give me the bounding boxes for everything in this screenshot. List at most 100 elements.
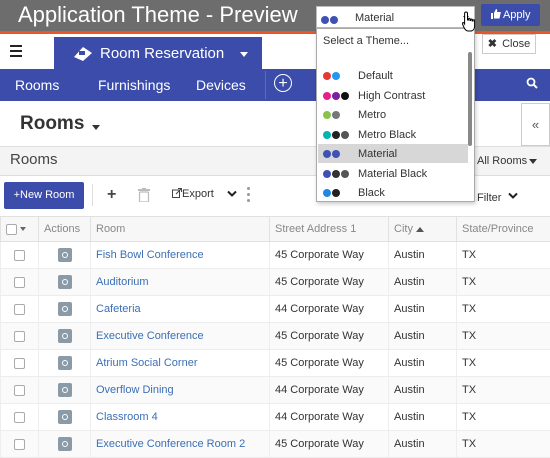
view-selector[interactable]: All Rooms [477,155,527,167]
theme-select-prompt: Select a Theme... [323,35,409,47]
row-action-icon[interactable] [39,431,91,458]
city-cell: Austin [389,404,457,431]
row-checkbox[interactable] [1,350,39,377]
row-checkbox[interactable] [1,296,39,323]
theme-select[interactable]: Material [316,6,475,28]
room-link[interactable]: Atrium Social Corner [91,350,270,377]
module-selector[interactable]: Room Reservation [54,37,262,69]
room-link[interactable]: Classroom 4 [91,404,270,431]
theme-option-material[interactable]: Material [318,144,468,163]
table-row[interactable]: Fish Bowl Conference45 Corporate WayAust… [1,242,550,269]
color-swatch [321,16,329,24]
nav-item-furnishings[interactable]: Furnishings [98,77,170,93]
nav-divider [265,71,266,99]
export-button[interactable]: Export [172,188,214,200]
theme-option-swatches [323,188,341,200]
row-action-icon[interactable] [39,323,91,350]
room-link[interactable]: Fish Bowl Conference [91,242,270,269]
page-title-caret-icon[interactable] [92,125,100,130]
collapse-panel-button[interactable]: « [521,103,550,146]
theme-dropdown-list[interactable]: Select a Theme... DefaultHigh Contrast Me… [316,28,475,202]
chevron-down-icon[interactable] [227,190,237,198]
room-link[interactable]: Overflow Dining [91,377,270,404]
rooms-grid: Actions Room Street Address 1 City State… [0,216,550,458]
grid-header-row: Actions Room Street Address 1 City State… [1,217,550,242]
apply-button[interactable]: Apply [481,4,540,26]
city-cell: Austin [389,323,457,350]
table-row[interactable]: Auditorium45 Corporate WayAustinTX [1,269,550,296]
column-header-actions[interactable]: Actions [39,217,91,242]
column-header-state[interactable]: State/Province [457,217,550,242]
export-label: Export [182,188,214,200]
color-swatch [323,92,331,100]
row-action-icon[interactable] [39,350,91,377]
row-action-icon[interactable] [39,404,91,431]
room-link[interactable]: Auditorium [91,269,270,296]
hand-cursor-icon [462,11,478,33]
state-cell: TX [457,404,550,431]
filter-button[interactable]: Filter [477,192,501,204]
nav-add-icon[interactable]: + [274,74,292,92]
theme-option-material-black[interactable]: Material Black [318,164,468,183]
room-link[interactable]: Executive Conference Room 2 [91,431,270,458]
select-all-checkbox[interactable] [1,217,39,242]
row-action-icon[interactable] [39,242,91,269]
room-link[interactable]: Cafeteria [91,296,270,323]
search-icon[interactable] [526,77,538,89]
table-row[interactable]: Overflow Dining44 Corporate WayAustinTX [1,377,550,404]
theme-option-metro[interactable]: Metro [318,105,468,124]
address-cell: 45 Corporate Way [270,242,389,269]
room-link[interactable]: Executive Conference [91,323,270,350]
state-cell: TX [457,323,550,350]
new-room-button[interactable]: +New Room [4,182,84,209]
panel-title: Rooms [10,151,58,168]
color-swatch [332,170,340,178]
column-header-room[interactable]: Room [91,217,270,242]
table-row[interactable]: Atrium Social Corner45 Corporate WayAust… [1,350,550,377]
city-cell: Austin [389,377,457,404]
add-icon[interactable]: + [107,186,116,204]
theme-option-black[interactable]: Black [318,183,468,202]
column-header-street-address[interactable]: Street Address 1 [270,217,389,242]
theme-option-swatches [323,71,341,83]
address-cell: 45 Corporate Way [270,269,389,296]
row-checkbox[interactable] [1,431,39,458]
apply-label: Apply [503,9,531,21]
table-row[interactable]: Executive Conference Room 245 Corporate … [1,431,550,458]
selected-theme-swatches [321,13,339,27]
theme-list-scroll-thumb[interactable] [468,52,472,146]
row-checkbox[interactable] [1,377,39,404]
view-selector-caret-icon[interactable] [529,159,537,164]
more-options-icon[interactable] [247,187,251,205]
nav-item-rooms[interactable]: Rooms [15,77,59,93]
table-row[interactable]: Cafeteria44 Corporate WayAustinTX [1,296,550,323]
row-action-icon[interactable] [39,296,91,323]
theme-option-label: Black [358,187,385,199]
table-row[interactable]: Classroom 444 Corporate WayAustinTX [1,404,550,431]
hamburger-menu-icon[interactable] [10,45,22,60]
close-button[interactable]: ✖ Close [482,34,536,54]
column-header-city[interactable]: City [389,217,457,242]
row-checkbox[interactable] [1,242,39,269]
color-swatch [341,92,349,100]
row-checkbox[interactable] [1,404,39,431]
table-row[interactable]: Executive Conference45 Corporate WayAust… [1,323,550,350]
color-swatch [330,16,338,24]
trash-icon[interactable] [138,188,150,202]
city-cell: Austin [389,350,457,377]
row-checkbox[interactable] [1,323,39,350]
theme-option-metro-black[interactable]: Metro Black [318,125,468,144]
theme-option-label: Metro [358,109,386,121]
color-swatch [323,150,331,158]
row-checkbox[interactable] [1,269,39,296]
theme-option-label: Material [358,148,397,160]
theme-option-label: Material Black [358,168,427,180]
row-action-icon[interactable] [39,377,91,404]
filter-chevron-down-icon[interactable] [508,192,518,200]
theme-option-default[interactable]: Default [318,66,468,85]
state-cell: TX [457,431,550,458]
nav-item-devices[interactable]: Devices [196,77,246,93]
sort-ascending-icon [416,227,424,232]
row-action-icon[interactable] [39,269,91,296]
theme-option-high-contrast[interactable]: High Contrast [318,86,468,105]
